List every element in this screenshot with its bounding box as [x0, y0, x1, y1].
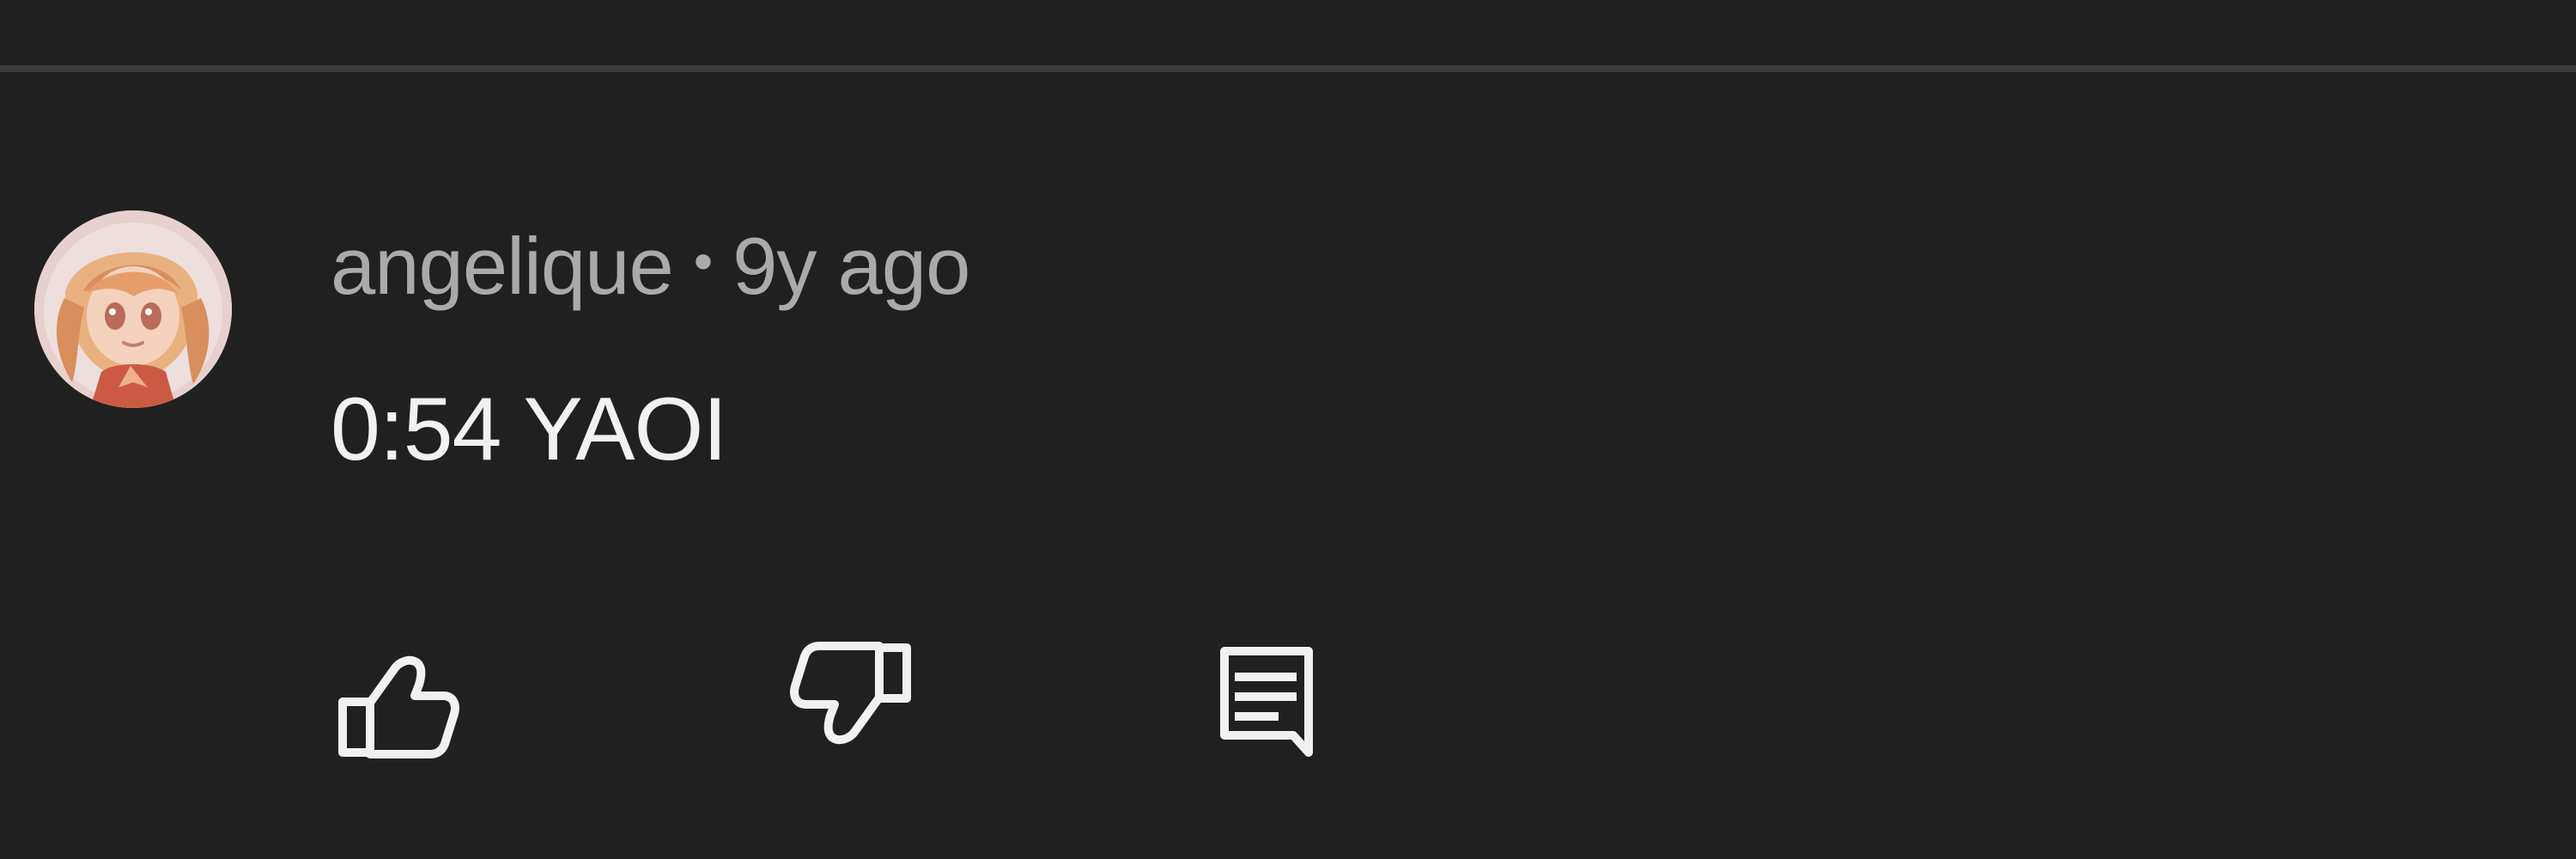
- avatar[interactable]: [34, 210, 232, 408]
- comment-meta: angelique • 9y ago: [331, 221, 970, 311]
- author-name[interactable]: angelique: [331, 220, 674, 313]
- reply-comment-icon: [1202, 636, 1331, 765]
- reply-button[interactable]: [1202, 636, 1331, 765]
- dislike-button[interactable]: [790, 636, 919, 765]
- comment-screen: angelique • 9y ago 0:54 YAOI: [0, 0, 2576, 859]
- thumbs-down-icon: [790, 636, 919, 765]
- thumbs-up-icon: [331, 636, 459, 765]
- comment-item: angelique • 9y ago 0:54 YAOI: [0, 0, 2576, 859]
- meta-separator: •: [693, 230, 713, 292]
- comment-text: 0:54 YAOI: [331, 380, 727, 479]
- comment-time[interactable]: 9y ago: [732, 220, 970, 313]
- like-button[interactable]: [331, 636, 459, 765]
